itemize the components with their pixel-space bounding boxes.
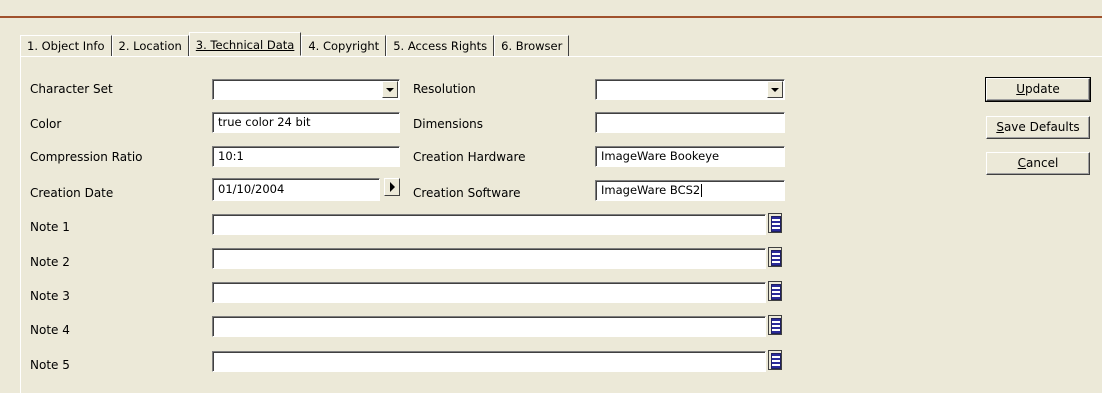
save-defaults-label: ave Defaults: [1003, 120, 1080, 134]
note-1-label: Note 1: [30, 220, 70, 234]
note-4-editor-icon[interactable]: [768, 315, 782, 335]
tab-copyright[interactable]: 4. Copyright: [301, 35, 387, 56]
color-label: Color: [30, 117, 62, 131]
note-2-field[interactable]: [212, 248, 766, 269]
tab-location[interactable]: 2. Location: [111, 35, 189, 56]
note-1-editor-icon[interactable]: [768, 213, 782, 233]
tab-technical-data[interactable]: 3. Technical Data: [188, 32, 302, 56]
character-set-select[interactable]: [212, 79, 400, 100]
note-4-label: Note 4: [30, 323, 70, 337]
creation-software-value: ImageWare BCS2: [601, 183, 701, 197]
chevron-down-icon[interactable]: [382, 81, 398, 98]
dimensions-label: Dimensions: [413, 117, 484, 131]
cancel-button[interactable]: Cancel: [986, 152, 1090, 175]
creation-date-field[interactable]: 01/10/2004: [212, 178, 380, 201]
note-5-label: Note 5: [30, 358, 70, 372]
chevron-down-icon[interactable]: [767, 81, 783, 98]
dimensions-field[interactable]: [595, 112, 785, 133]
cancel-label: ancel: [1026, 156, 1059, 170]
compression-ratio-field[interactable]: 10:1: [212, 146, 400, 167]
note-5-editor-icon[interactable]: [768, 350, 782, 370]
note-1-field[interactable]: [212, 214, 766, 235]
creation-date-label: Creation Date: [30, 186, 114, 200]
creation-hardware-label: Creation Hardware: [413, 150, 526, 164]
character-set-label: Character Set: [30, 82, 113, 96]
color-field[interactable]: true color 24 bit: [212, 112, 400, 133]
note-3-field[interactable]: [212, 282, 766, 303]
tab-browser[interactable]: 6. Browser: [494, 35, 570, 56]
note-2-editor-icon[interactable]: [768, 247, 782, 267]
creation-software-field[interactable]: ImageWare BCS2: [595, 180, 785, 201]
cancel-mnemonic: C: [1017, 156, 1027, 170]
window-top-bar: [0, 0, 1102, 18]
save-defaults-button[interactable]: Save Defaults: [986, 116, 1090, 139]
creation-software-label: Creation Software: [413, 186, 521, 200]
note-5-field[interactable]: [212, 351, 766, 372]
note-3-editor-icon[interactable]: [768, 281, 782, 301]
update-mnemonic: U: [1016, 82, 1026, 96]
creation-hardware-field[interactable]: ImageWare Bookeye: [595, 146, 785, 167]
resolution-label: Resolution: [413, 82, 476, 96]
note-4-field[interactable]: [212, 316, 766, 337]
text-cursor: [701, 184, 703, 197]
note-2-label: Note 2: [30, 255, 70, 269]
resolution-select[interactable]: [595, 79, 785, 100]
note-3-label: Note 3: [30, 289, 70, 303]
save-defaults-mnemonic: S: [996, 120, 1004, 134]
tab-strip: 1. Object Info 2. Location 3. Technical …: [20, 32, 570, 56]
tab-object-info[interactable]: 1. Object Info: [20, 35, 112, 56]
update-label: pdate: [1025, 82, 1060, 96]
arrow-right-icon[interactable]: [384, 178, 400, 196]
update-button[interactable]: Update: [985, 77, 1091, 102]
tab-access-rights[interactable]: 5. Access Rights: [386, 35, 495, 56]
compression-ratio-label: Compression Ratio: [30, 150, 143, 164]
